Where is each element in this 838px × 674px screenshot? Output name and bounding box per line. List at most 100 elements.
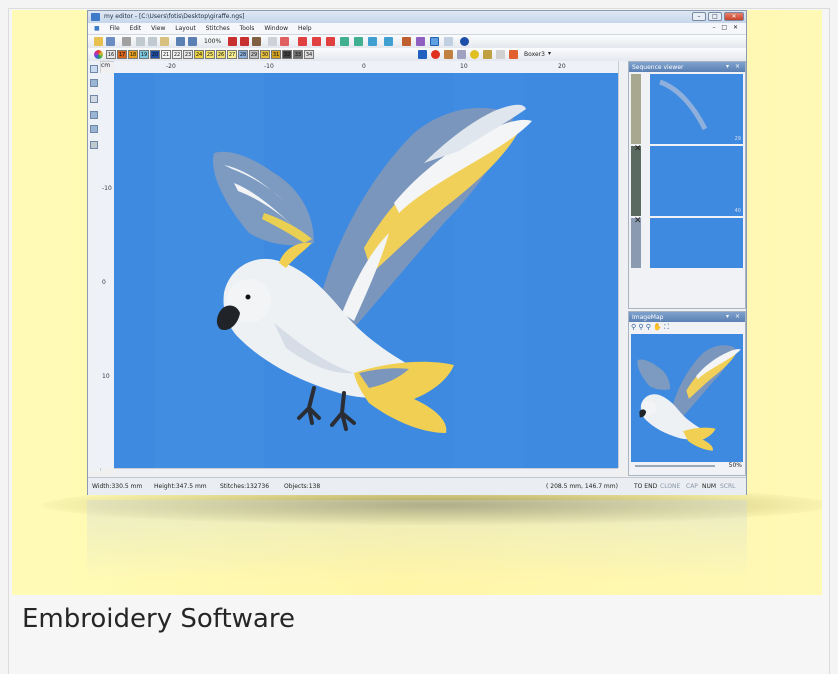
select-tool-icon[interactable]	[430, 37, 439, 46]
color-swatch[interactable]: 16	[106, 50, 116, 59]
menu-view[interactable]: View	[151, 25, 165, 32]
zoom-level[interactable]: 100%	[204, 38, 221, 45]
rotate-icon[interactable]	[509, 50, 518, 59]
maximize-button[interactable]: □	[708, 12, 722, 21]
title-bar: my editor - [C:\Users\fotis\Desktop\gira…	[88, 11, 746, 23]
color-swatch[interactable]: 18	[128, 50, 138, 59]
color-next-icon[interactable]	[384, 37, 393, 46]
grid-tool-icon[interactable]	[90, 141, 98, 149]
color-swatch[interactable]: 31	[271, 50, 281, 59]
view-icon[interactable]	[268, 37, 277, 46]
color-step-icon[interactable]	[368, 37, 377, 46]
sequence-item[interactable]: ✕ 40	[631, 144, 743, 216]
panel-controls[interactable]: ▾ ×	[726, 63, 742, 70]
color-swatch[interactable]: 24	[194, 50, 204, 59]
zoom-out-icon[interactable]: ⚲	[638, 323, 643, 331]
info-icon[interactable]	[460, 37, 469, 46]
hoop-icon[interactable]	[252, 37, 261, 46]
sequence-thumbnail: 40	[650, 146, 743, 216]
stitch-forward-icon[interactable]	[312, 37, 321, 46]
cross-tool-icon[interactable]	[418, 50, 427, 59]
color-swatch[interactable]: 33	[293, 50, 303, 59]
hand-icon[interactable]: ✋	[653, 323, 662, 331]
sequence-item[interactable]: 29	[631, 74, 743, 144]
paste-icon[interactable]	[160, 37, 169, 46]
zoom-fit-icon[interactable]: ⚲	[646, 323, 651, 331]
stop-icon[interactable]	[280, 37, 289, 46]
pan-tool-icon[interactable]	[90, 111, 98, 119]
menu-file[interactable]: File	[110, 25, 120, 32]
fullscreen-icon[interactable]: ⛶	[664, 323, 669, 331]
print-icon[interactable]	[122, 37, 131, 46]
cut-icon[interactable]	[136, 37, 145, 46]
menu-stitches[interactable]: Stitches	[206, 25, 230, 32]
palette-icon[interactable]	[94, 50, 103, 59]
color-swatch[interactable]: 28	[238, 50, 248, 59]
color-swatch[interactable]: 27	[227, 50, 237, 59]
hoop-select[interactable]: Boxer3	[524, 51, 545, 58]
open-icon[interactable]	[94, 37, 103, 46]
color-swatch[interactable]: 17	[117, 50, 127, 59]
menu-layout[interactable]: Layout	[175, 25, 195, 32]
node-icon[interactable]	[416, 37, 425, 46]
save-icon[interactable]	[106, 37, 115, 46]
color-swatch[interactable]: 32	[282, 50, 292, 59]
shape-tool-icon[interactable]	[90, 79, 98, 87]
chevron-down-icon[interactable]: ▾	[548, 50, 551, 57]
ruler-label: 10	[102, 373, 110, 380]
horizontal-scrollbar[interactable]	[114, 468, 618, 477]
design-canvas[interactable]	[114, 73, 618, 468]
menu-window[interactable]: Window	[264, 25, 288, 32]
zoom-tool-icon[interactable]	[90, 95, 98, 103]
zoom-slider[interactable]	[635, 465, 715, 467]
ruler-label: 0	[102, 279, 106, 286]
color-bar	[631, 146, 641, 216]
color-swatch[interactable]: 21	[161, 50, 171, 59]
color-swatch[interactable]: 25	[205, 50, 215, 59]
measure-tool-icon[interactable]	[90, 125, 98, 133]
menu-tools[interactable]: Tools	[240, 25, 255, 32]
color-swatch[interactable]: 26	[216, 50, 226, 59]
menu-help[interactable]: Help	[298, 25, 312, 32]
color-swatch[interactable]: 19	[139, 50, 149, 59]
stitch-back-icon[interactable]	[298, 37, 307, 46]
stitch-count: 40	[734, 208, 741, 214]
pen-icon[interactable]	[402, 37, 411, 46]
close-button[interactable]: ✕	[724, 12, 744, 21]
zoom-box-icon[interactable]	[240, 37, 249, 46]
stitch-plus-icon[interactable]	[326, 37, 335, 46]
preview-icon[interactable]	[444, 37, 453, 46]
color-swatch[interactable]: 30	[260, 50, 270, 59]
color-swatch[interactable]: 34	[304, 50, 314, 59]
copy-icon[interactable]	[148, 37, 157, 46]
status-width: Width:330.5 mm	[92, 483, 143, 490]
no-entry-icon[interactable]	[431, 50, 440, 59]
close-icon[interactable]: ✕	[634, 216, 642, 226]
tack-icon[interactable]	[444, 50, 453, 59]
color-swatch[interactable]: 22	[172, 50, 182, 59]
color-swatch[interactable]: 29	[249, 50, 259, 59]
imagemap-preview[interactable]	[631, 334, 743, 462]
jump-icon[interactable]	[340, 37, 349, 46]
bulb-icon[interactable]	[483, 50, 492, 59]
sequence-item[interactable]: ✕	[631, 216, 743, 268]
lettering-icon[interactable]	[496, 50, 505, 59]
undo-icon[interactable]	[176, 37, 185, 46]
color-swatch[interactable]: 20	[150, 50, 160, 59]
close-icon[interactable]: ✕	[634, 144, 642, 154]
panel-controls[interactable]: ▾ ×	[726, 313, 742, 320]
color-swatch[interactable]: 23	[183, 50, 193, 59]
trim-icon[interactable]	[457, 50, 466, 59]
menu-edit[interactable]: Edit	[130, 25, 142, 32]
fit-icon[interactable]	[228, 37, 237, 46]
mdi-controls[interactable]: – □ ✕	[712, 24, 740, 31]
ruler-label: -10	[264, 63, 274, 70]
doc-icon[interactable]: ■	[94, 25, 100, 32]
vertical-scrollbar[interactable]	[618, 61, 628, 468]
zoom-in-icon[interactable]: ⚲	[631, 323, 636, 331]
pointer-tool-icon[interactable]	[90, 65, 98, 73]
gear-icon[interactable]	[470, 50, 479, 59]
jump-next-icon[interactable]	[354, 37, 363, 46]
minimize-button[interactable]: –	[692, 12, 706, 21]
redo-icon[interactable]	[188, 37, 197, 46]
